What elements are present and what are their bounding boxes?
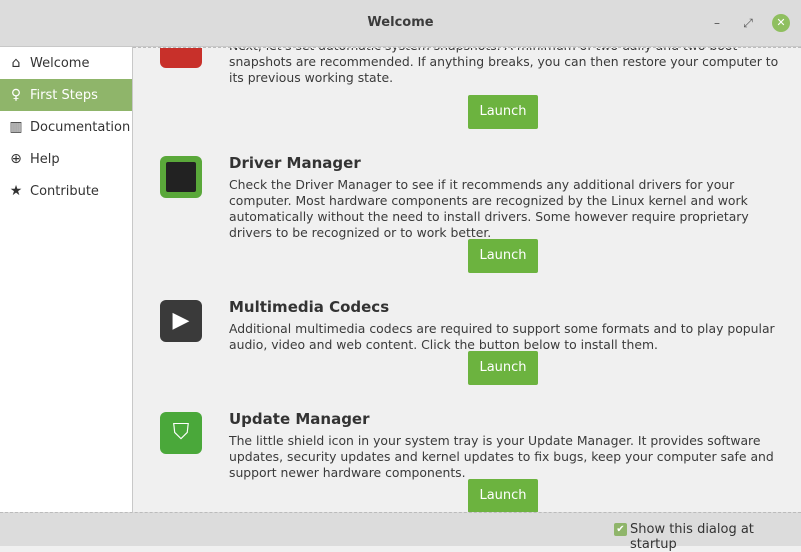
sidebar-item-label: Welcome <box>30 55 90 71</box>
section-title: Update Manager <box>229 410 370 428</box>
startup-checkbox[interactable]: ✔ <box>614 523 627 536</box>
book-icon: ▥ <box>9 119 23 135</box>
sidebar-item-first-steps[interactable]: ♀ First Steps <box>0 79 132 111</box>
timeshift-icon <box>160 48 202 68</box>
section-title: Driver Manager <box>229 154 361 172</box>
launch-button[interactable]: Launch <box>468 479 538 512</box>
launch-button[interactable]: Launch <box>468 351 538 385</box>
restore-button[interactable]: ⤢ <box>739 14 757 32</box>
chip-icon <box>160 156 202 198</box>
section-description: The little shield icon in your system tr… <box>229 433 774 480</box>
sidebar-item-contribute[interactable]: ★ Contribute <box>0 175 132 207</box>
sidebar-item-label: Documentation <box>30 119 131 135</box>
sidebar-item-label: First Steps <box>30 87 98 103</box>
window-title: Welcome <box>367 15 434 30</box>
shield-icon: ⛉ <box>160 412 202 454</box>
close-button[interactable]: ✕ <box>772 14 790 32</box>
lightbulb-icon: ♀ <box>10 87 22 103</box>
sidebar-item-help[interactable]: ⊕ Help <box>0 143 132 175</box>
section-description: Additional multimedia codecs are require… <box>229 321 775 352</box>
launch-button[interactable]: Launch <box>468 239 538 273</box>
sidebar-item-label: Help <box>30 151 60 167</box>
lifebuoy-icon: ⊕ <box>10 151 22 167</box>
sidebar-item-documentation[interactable]: ▥ Documentation <box>0 111 132 143</box>
home-icon: ⌂ <box>11 55 21 71</box>
section-title: Multimedia Codecs <box>229 298 390 316</box>
launch-button[interactable]: Launch <box>468 95 538 129</box>
play-icon: ▶ <box>160 300 202 342</box>
section-description: Next, let's set automatic system snapsho… <box>229 48 779 85</box>
star-icon: ★ <box>9 183 23 199</box>
sidebar-item-label: Contribute <box>30 183 99 199</box>
content-scroll-area[interactable]: Next, let's set automatic system snapsho… <box>133 47 801 512</box>
section-description: Check the Driver Manager to see if it re… <box>229 177 749 240</box>
sidebar-item-welcome[interactable]: ⌂ Welcome <box>0 47 132 79</box>
startup-checkbox-label[interactable]: Show this dialog at startup <box>630 522 801 552</box>
sidebar: ⌂ Welcome ♀ First Steps ▥ Documentation ⊕ He… <box>0 47 133 512</box>
minimize-button[interactable]: – <box>708 14 726 32</box>
titlebar: Welcome – ⤢ ✕ <box>0 0 801 47</box>
footer-bar: ✔ Show this dialog at startup <box>0 512 801 552</box>
